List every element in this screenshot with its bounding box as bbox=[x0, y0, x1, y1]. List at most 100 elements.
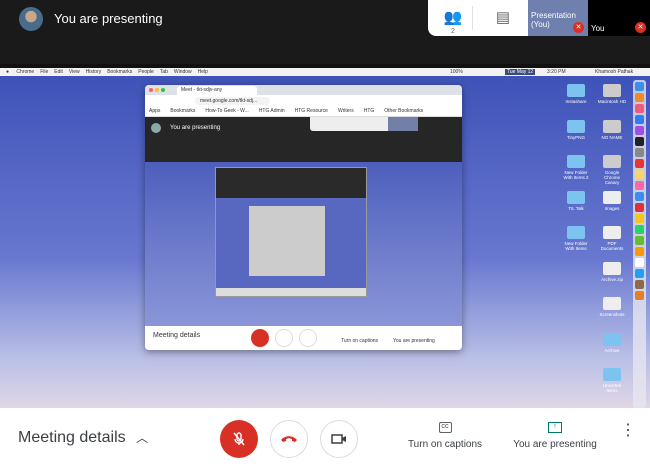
desktop-icon[interactable]: Macintosh HD bbox=[597, 84, 627, 104]
camera-toggle-button[interactable] bbox=[320, 420, 358, 458]
chat-button[interactable]: ▤ bbox=[492, 8, 514, 28]
dock-app-icon[interactable] bbox=[635, 93, 644, 102]
desktop-icon[interactable]: PDF Documents bbox=[597, 226, 627, 251]
self-tile[interactable]: You ✕ bbox=[588, 0, 650, 36]
dock-app-icon[interactable] bbox=[635, 82, 644, 91]
desktop-icon[interactable]: Archive.zip bbox=[597, 261, 627, 282]
desktop-icon[interactable]: NO NAME bbox=[597, 119, 627, 140]
inner-presenting: You are presenting bbox=[393, 338, 435, 344]
dock-app-icon[interactable] bbox=[635, 236, 644, 245]
dock-app-icon[interactable] bbox=[635, 269, 644, 278]
folder-icon bbox=[567, 119, 585, 133]
file-icon bbox=[603, 190, 621, 204]
dock-app-icon[interactable] bbox=[635, 104, 644, 113]
top-right-panel: 👥2 ▤ bbox=[428, 0, 530, 36]
desktop-icon-label: Macintosh HD bbox=[597, 99, 627, 104]
apple-icon: ● bbox=[6, 69, 10, 75]
bottom-bar: Meeting details ︿ CC Turn on captions ↑ … bbox=[0, 408, 650, 470]
bookmark-item[interactable]: Other Bookmarks bbox=[384, 108, 423, 114]
participants-button[interactable]: 👥2 bbox=[442, 8, 464, 35]
tile-label: Presentation (You) bbox=[531, 11, 576, 29]
dock-app-icon[interactable] bbox=[635, 192, 644, 201]
mic-toggle-button[interactable] bbox=[220, 420, 258, 458]
dock-app-icon[interactable] bbox=[635, 280, 644, 289]
menubar-date: Tue May 12 bbox=[505, 69, 536, 75]
desktop-icon-label: NO NAME bbox=[601, 134, 623, 140]
desktop-icon[interactable]: Archive bbox=[597, 332, 627, 353]
dock-app-icon[interactable] bbox=[635, 159, 644, 168]
desktop-icon[interactable]: Images bbox=[597, 190, 627, 211]
dock bbox=[633, 80, 646, 408]
mic-off-icon bbox=[233, 432, 245, 446]
desktop-icon[interactable]: TinyPNG bbox=[561, 119, 591, 140]
presenting-title: You are presenting bbox=[54, 11, 163, 26]
top-bar: You are presenting 👥2 ▤ Presentation (Yo… bbox=[0, 0, 650, 64]
presenting-button[interactable]: ↑ You are presenting bbox=[505, 422, 605, 450]
desktop-icon-label: Screenshots bbox=[599, 312, 625, 317]
dock-app-icon[interactable] bbox=[635, 214, 644, 223]
dock-app-icon[interactable] bbox=[635, 203, 644, 212]
menu-item[interactable]: Chrome bbox=[16, 69, 34, 75]
folder-icon bbox=[567, 84, 585, 97]
menu-item[interactable]: History bbox=[86, 69, 102, 75]
bookmark-item[interactable]: HTG Resource bbox=[295, 108, 328, 114]
dock-app-icon[interactable] bbox=[635, 291, 644, 300]
menu-item[interactable]: Window bbox=[174, 69, 192, 75]
dock-app-icon[interactable] bbox=[635, 225, 644, 234]
meeting-details-button[interactable]: Meeting details ︿ bbox=[18, 429, 148, 447]
inner-shared-screen bbox=[145, 162, 462, 326]
captions-button[interactable]: CC Turn on captions bbox=[400, 422, 490, 450]
address-bar[interactable]: meet.google.com/tkt-sdj... bbox=[195, 97, 270, 105]
desktop-icon[interactable]: Google Chrome Canary bbox=[597, 155, 627, 185]
presentation-tile[interactable]: Presentation (You) ✕ bbox=[528, 0, 588, 36]
closed-captions-icon: CC bbox=[438, 422, 452, 433]
menu-item[interactable]: Bookmarks bbox=[107, 69, 132, 75]
bookmark-item[interactable]: Apps bbox=[149, 108, 160, 114]
bookmark-item[interactable]: Bookmarks bbox=[170, 108, 195, 114]
dock-app-icon[interactable] bbox=[635, 115, 644, 124]
dock-app-icon[interactable] bbox=[635, 148, 644, 157]
desktop-icon[interactable]: Instashare bbox=[561, 84, 591, 104]
chat-icon: ▤ bbox=[495, 9, 511, 26]
inner-captions: Turn on captions bbox=[341, 338, 379, 344]
desktop-icon-label: PDF Documents bbox=[600, 241, 624, 251]
bookmark-item[interactable]: How-To Geek - W... bbox=[205, 108, 248, 114]
file-icon bbox=[603, 297, 621, 310]
desktop-icon[interactable]: Screenshots bbox=[597, 297, 627, 317]
leave-call-button[interactable] bbox=[270, 420, 308, 458]
folder-icon bbox=[567, 155, 585, 168]
menu-item[interactable]: People bbox=[138, 69, 154, 75]
desktop-icon[interactable]: Unsorted Items bbox=[597, 368, 627, 393]
menubar-user: Khamosh Pathak bbox=[595, 69, 634, 75]
tile-label: You bbox=[591, 24, 605, 33]
camera-icon bbox=[331, 434, 346, 444]
dock-app-icon[interactable] bbox=[635, 137, 644, 146]
presenting-label: You are presenting bbox=[513, 439, 597, 450]
bookmark-item[interactable]: HTG bbox=[364, 108, 375, 114]
dock-app-icon[interactable] bbox=[635, 126, 644, 135]
menu-item[interactable]: File bbox=[40, 69, 48, 75]
dock-app-icon[interactable] bbox=[635, 170, 644, 179]
more-options-button[interactable]: ⋮ bbox=[620, 423, 636, 439]
present-screen-icon: ↑ bbox=[548, 422, 562, 433]
dock-app-icon[interactable] bbox=[635, 247, 644, 256]
menu-item[interactable]: Help bbox=[198, 69, 208, 75]
file-icon bbox=[603, 261, 621, 275]
bookmark-item[interactable]: HTG Admin bbox=[259, 108, 285, 114]
menu-item[interactable]: View bbox=[69, 69, 80, 75]
dock-app-icon[interactable] bbox=[635, 181, 644, 190]
desktop-icon[interactable]: New Folder With Items bbox=[561, 226, 591, 251]
desktop-icon[interactable]: New Folder With Items 2 bbox=[561, 155, 591, 180]
desktop-icon[interactable]: TIL Talk bbox=[561, 190, 591, 211]
desktop-icon-label: Images bbox=[604, 205, 620, 211]
dock-app-icon[interactable] bbox=[635, 258, 644, 267]
bookmark-item[interactable]: Writers bbox=[338, 108, 354, 114]
mic-off-icon: ✕ bbox=[635, 22, 646, 33]
menu-item[interactable]: Tab bbox=[160, 69, 168, 75]
inner-presenting-title: You are presenting bbox=[170, 125, 221, 131]
drive-icon bbox=[603, 155, 621, 168]
chevron-up-icon: ︿ bbox=[136, 431, 149, 445]
browser-tab[interactable]: Meet - tkt-sdjv-any bbox=[177, 86, 257, 95]
file-icon bbox=[603, 226, 621, 239]
menu-item[interactable]: Edit bbox=[54, 69, 63, 75]
